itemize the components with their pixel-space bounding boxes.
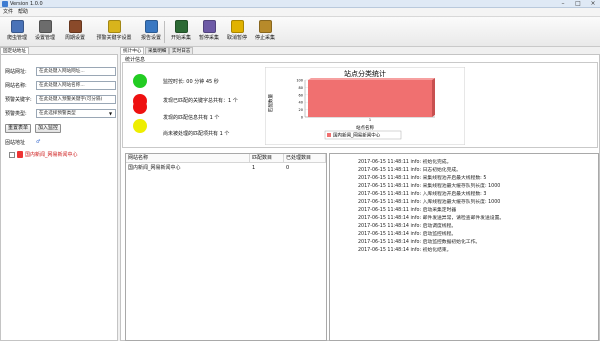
name-input[interactable]: 在此处键入网站名称... — [36, 81, 116, 90]
add-monitor-button[interactable]: 加入监控 — [35, 124, 61, 133]
start-collect-button[interactable]: 开始采集 — [166, 19, 196, 45]
log-line: 2017-06-15 11:48:14 info: 启动监控数据初始化工作。 — [358, 240, 481, 245]
log-line: 2017-06-15 11:48:14 info: 初始化结束。 — [358, 248, 452, 253]
table-header-matches[interactable]: 匹配数目 — [250, 154, 284, 163]
close-button[interactable]: × — [586, 0, 600, 8]
keyword-label: 预警关键字: — [5, 97, 32, 103]
chart-ytick-label: 100 — [296, 79, 303, 83]
log-line: 2017-06-15 11:48:11 info: 入库线程池最大缓存队列长度:… — [358, 200, 501, 205]
table-header-site[interactable]: 网站名称 — [126, 154, 250, 163]
tab-realtime-log[interactable]: 实时日志 — [169, 47, 194, 54]
chart-ytick-label: 20 — [299, 108, 303, 112]
tree-title: 固站地址 — [5, 140, 26, 146]
site-icon — [17, 151, 23, 158]
tree-link-icon: ♂ — [36, 139, 41, 145]
chart-ytick-label: 0 — [301, 116, 303, 120]
chart-bar-side — [432, 78, 435, 117]
tab-fixed-sites[interactable]: 固定站地址 — [0, 47, 29, 54]
status-green-icon — [133, 74, 147, 88]
right-tab-strip: 统计中心 采集明细 实时日志 — [120, 47, 600, 54]
chevron-down-icon[interactable]: ▼ — [109, 111, 112, 116]
app-icon — [2, 1, 8, 7]
log-line: 2017-06-15 11:48:14 info: 邮件发送异常，请检查邮件发送… — [358, 216, 505, 221]
site-category-chart: 站点分类统计 匹配数量 站点名称 100 80 60 40 20 0 1 国内新闻_网易新闻… — [265, 67, 465, 145]
title-bar: Version 1.0.0 – □ × — [0, 0, 600, 8]
left-panel: 网站网址: 在此处键入网站网址... 网站名称: 在此处键入网站名称... 预警… — [0, 54, 118, 341]
chart-bar-top — [308, 78, 435, 80]
toolbar-separator — [164, 21, 165, 43]
url-input[interactable]: 在此处键入网站网址... — [36, 67, 116, 76]
toolbar: 爬虫管理 设置管理 周期设置 预警关键字设置 报告设置 开始采集 暂停采集 取消… — [0, 17, 600, 47]
log-line: 2017-06-15 11:48:11 info: 日志初始化完成。 — [358, 168, 461, 173]
stop-collect-button[interactable]: 停止采集 — [250, 19, 280, 45]
chart-bar — [308, 80, 432, 117]
log-line: 2017-06-15 11:48:11 info: 入库线程池开启最大线程数: … — [358, 192, 487, 197]
tab-collect-detail[interactable]: 采集明细 — [145, 47, 170, 54]
stat-keyword-matches: 发现已匹配的关键字总共有：1 个 — [163, 98, 238, 104]
right-panel: 统计信息 监控时长: 00 分钟 45 秒 发现已匹配的关键字总共有：1 个 发… — [120, 54, 600, 341]
log-line: 2017-06-15 11:48:14 info: 启动调度线程。 — [358, 224, 457, 229]
url-label: 网站网址: — [5, 69, 27, 75]
log-line: 2017-06-15 11:48:11 info: 启动采集定时器 — [358, 208, 457, 213]
tab-stats-center[interactable]: 统计中心 — [120, 47, 145, 54]
legend-swatch — [327, 133, 331, 137]
table-header-handled[interactable]: 已处理数目 — [284, 154, 326, 163]
chart-ytick-label: 60 — [299, 93, 303, 97]
log-line: 2017-06-15 11:48:11 info: 初始化完成。 — [358, 160, 452, 165]
log-panel[interactable]: 2017-06-15 11:48:11 info: 初始化完成。 2017-06… — [329, 153, 599, 341]
unlock-icon — [230, 20, 244, 33]
tree-checkbox[interactable] — [9, 152, 15, 158]
log-line: 2017-06-15 11:48:11 info: 采集线程池开启最大线程数: … — [358, 176, 487, 181]
unpause-button[interactable]: 取消暂停 — [222, 19, 252, 45]
alert-type-label: 预警类型: — [5, 111, 27, 117]
stat-unhandled: 尚未被处理的匹配项共有 1 个 — [163, 131, 230, 137]
menu-file[interactable]: 文件 — [3, 8, 13, 17]
alert-keyword-button[interactable]: 预警关键字设置 — [96, 19, 132, 45]
stop-collect-icon — [258, 20, 272, 33]
status-red-icon-2 — [133, 100, 147, 114]
spider-manage-icon — [10, 20, 24, 33]
stats-box: 监控时长: 00 分钟 45 秒 发现已匹配的关键字总共有：1 个 发现的匹配信… — [122, 62, 598, 148]
chart-title: 站点分类统计 — [344, 69, 386, 78]
table-cell-site: 国内新闻_网易新闻中心 — [128, 165, 181, 171]
name-label: 网站名称: — [5, 83, 27, 89]
table-cell-handled: 0 — [286, 165, 290, 171]
status-yellow-icon — [133, 119, 147, 133]
report-settings-button[interactable]: 报告设置 — [136, 19, 166, 45]
minimize-button[interactable]: – — [556, 0, 570, 8]
stat-matched-info: 发现的匹配信息共有 1 个 — [163, 115, 220, 121]
maximize-button[interactable]: □ — [571, 0, 585, 8]
pause-collect-button[interactable]: 暂停采集 — [194, 19, 224, 45]
alert-type-select[interactable]: 在此选择预警类型 — [36, 109, 116, 118]
keyword-input[interactable]: 在此处键入预警关键字(可分隔) — [36, 95, 116, 104]
pause-collect-icon — [202, 20, 216, 33]
chart-ylabel: 匹配数量 — [267, 94, 274, 112]
settings-manage-button[interactable]: 设置管理 — [30, 19, 60, 45]
cycle-settings-icon — [68, 20, 82, 33]
log-line: 2017-06-15 11:48:14 info: 启动监控线程。 — [358, 232, 457, 237]
alert-keyword-icon — [107, 20, 121, 33]
menu-bar: 文件 帮助 — [0, 8, 600, 17]
stat-monitor-duration: 监控时长: 00 分钟 45 秒 — [163, 79, 219, 85]
chart-ytick-label: 80 — [299, 86, 303, 90]
legend-label: 国内新闻_网易新闻中心 — [333, 132, 381, 139]
report-settings-icon — [144, 20, 158, 33]
chart-ytick-label: 40 — [299, 101, 303, 105]
chart-xtick-label: 1 — [369, 118, 371, 122]
start-collect-icon — [174, 20, 188, 33]
settings-manage-icon — [38, 20, 52, 33]
menu-help[interactable]: 帮助 — [18, 8, 28, 17]
log-line: 2017-06-15 11:48:11 info: 采集线程池最大缓存队列长度:… — [358, 184, 501, 189]
table-cell-matches: 1 — [252, 165, 256, 171]
reset-form-button[interactable]: 重置表单 — [5, 124, 31, 133]
cycle-settings-button[interactable]: 周期设置 — [60, 19, 90, 45]
match-table: 网站名称 匹配数目 已处理数目 国内新闻_网易新闻中心 1 0 — [125, 153, 327, 341]
left-tab-strip: 固定站地址 — [0, 47, 118, 54]
tree-item-site[interactable]: 国内新闻_网易新闻中心 — [25, 151, 78, 158]
window-title: Version 1.0.0 — [10, 1, 43, 7]
chart-xlabel: 站点名称 — [356, 124, 374, 131]
spider-manage-button[interactable]: 爬虫管理 — [2, 19, 32, 45]
